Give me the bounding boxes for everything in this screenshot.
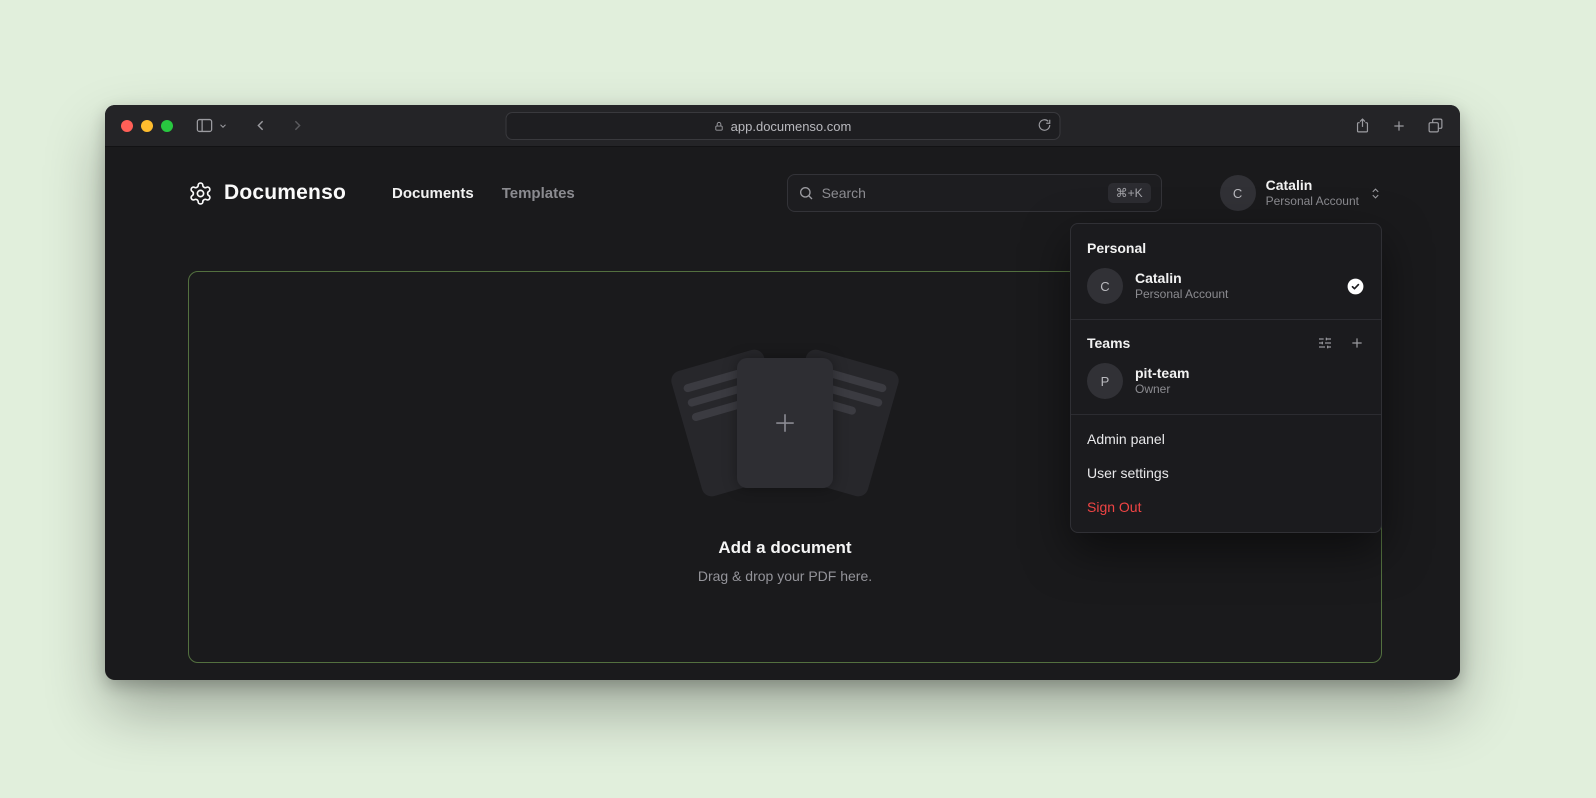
dropzone-subtitle: Drag & drop your PDF here. <box>698 568 872 584</box>
reload-icon[interactable] <box>1037 118 1051 132</box>
sidebar-chevron-down-icon[interactable] <box>218 121 228 131</box>
menu-divider <box>1071 319 1381 320</box>
nav-item-documents[interactable]: Documents <box>392 185 474 202</box>
account-name: Catalin <box>1266 177 1359 195</box>
account-menu-button[interactable]: C Catalin Personal Account <box>1220 175 1382 211</box>
check-circle-icon <box>1346 277 1365 296</box>
url-bar[interactable]: app.documenso.com <box>505 112 1060 140</box>
add-document-plus-icon <box>770 408 800 438</box>
add-team-icon[interactable] <box>1349 335 1365 351</box>
new-tab-icon[interactable] <box>1391 118 1407 134</box>
menu-item-admin-panel[interactable]: Admin panel <box>1071 422 1381 456</box>
share-icon[interactable] <box>1354 117 1371 134</box>
browser-titlebar: app.documenso.com <box>105 105 1460 147</box>
brand-name: Documenso <box>224 181 346 205</box>
zoom-window-button[interactable] <box>161 120 173 132</box>
team-avatar: P <box>1087 363 1123 399</box>
manage-teams-icon[interactable] <box>1317 335 1333 351</box>
lock-icon <box>714 121 725 132</box>
avatar: C <box>1087 268 1123 304</box>
team-item[interactable]: P pit-team Owner <box>1071 355 1381 407</box>
personal-account-type: Personal Account <box>1135 287 1334 303</box>
search-box[interactable]: ⌘+K <box>787 174 1162 212</box>
personal-account-item[interactable]: C Catalin Personal Account <box>1071 260 1381 312</box>
sidebar-toggle-icon[interactable] <box>195 116 214 135</box>
forward-icon[interactable] <box>289 117 306 134</box>
close-window-button[interactable] <box>121 120 133 132</box>
search-icon <box>798 185 814 201</box>
tab-overview-icon[interactable] <box>1427 117 1444 134</box>
traffic-lights <box>121 120 173 132</box>
nav-item-templates[interactable]: Templates <box>502 185 575 202</box>
menu-divider <box>1071 414 1381 415</box>
personal-section-label: Personal <box>1071 230 1381 260</box>
search-shortcut-badge: ⌘+K <box>1108 183 1151 203</box>
app-navbar: Documenso Documents Templates ⌘+K C Cata… <box>105 147 1460 213</box>
back-icon[interactable] <box>252 117 269 134</box>
nav-links: Documents Templates <box>392 185 575 202</box>
account-type: Personal Account <box>1266 194 1359 209</box>
personal-account-name: Catalin <box>1135 269 1334 287</box>
documenso-logo-icon <box>188 181 213 206</box>
url-text: app.documenso.com <box>731 119 852 134</box>
brand[interactable]: Documenso <box>188 181 346 206</box>
chevron-updown-icon <box>1369 187 1382 200</box>
search-input[interactable] <box>822 185 1100 201</box>
team-name: pit-team <box>1135 364 1365 382</box>
team-role: Owner <box>1135 382 1365 398</box>
menu-item-sign-out[interactable]: Sign Out <box>1071 490 1381 524</box>
teams-section-label: Teams <box>1087 335 1317 351</box>
document-cards-illustration <box>660 350 910 498</box>
menu-item-user-settings[interactable]: User settings <box>1071 456 1381 490</box>
account-dropdown-menu: Personal C Catalin Personal Account Team… <box>1070 223 1382 533</box>
dropzone-title: Add a document <box>718 538 851 558</box>
document-card-front <box>737 358 833 488</box>
avatar: C <box>1220 175 1256 211</box>
minimize-window-button[interactable] <box>141 120 153 132</box>
browser-window: app.documenso.com Documenso <box>105 105 1460 680</box>
app-content: Documenso Documents Templates ⌘+K C Cata… <box>105 147 1460 680</box>
